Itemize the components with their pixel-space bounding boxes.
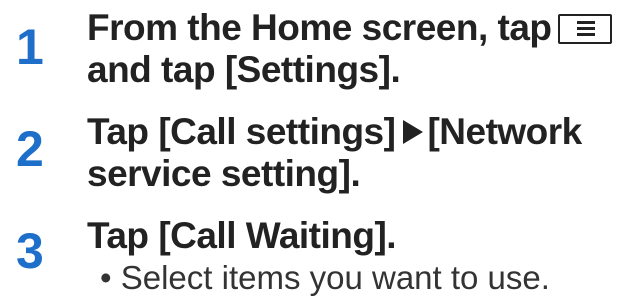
right-triangle-arrow-icon (403, 120, 424, 144)
step-2-line-2: service setting]. (87, 153, 361, 194)
step-3-line-1: Tap [Call Waiting]. (87, 215, 397, 256)
menu-key-icon (557, 14, 612, 44)
step-2-text-after-arrow: [Network (427, 111, 582, 152)
step-number-2: 2 (16, 121, 44, 177)
step-3-bullet: • Select items you want to use. (100, 259, 550, 296)
step-1-line-1: From the Home screen, tap (87, 6, 612, 50)
step-2-line-1: Tap [Call settings] [Network (87, 110, 582, 154)
step-1-line-2: and tap [Settings]. (87, 49, 401, 90)
step-2-text-before-arrow: Tap [Call settings] (87, 111, 396, 152)
step-number-3: 3 (16, 223, 44, 279)
step-number-1: 1 (16, 19, 44, 75)
step-1-text: From the Home screen, tap (87, 7, 552, 48)
